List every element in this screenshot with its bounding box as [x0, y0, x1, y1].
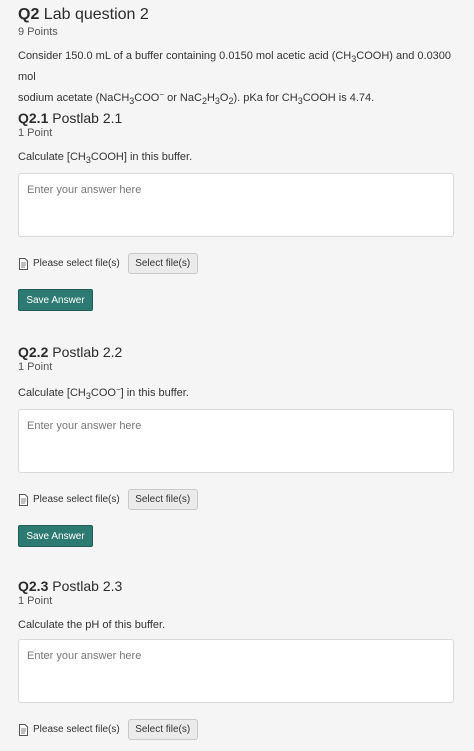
file-label: Please select file(s) [33, 257, 120, 269]
file-icon [18, 723, 29, 736]
part-title: Postlab 2.1 [52, 110, 123, 126]
part-prompt: Calculate the pH of this buffer. [18, 619, 458, 631]
save-answer-button[interactable]: Save Answer [18, 525, 93, 547]
part-prompt: Calculate [CH3COOH] in this buffer. [18, 151, 458, 165]
part-heading: Q2.3 Postlab 2.3 [18, 578, 458, 594]
question-number: Q2 [18, 6, 40, 23]
part-q2-1: Q2.1 Postlab 2.1 1 Point Calculate [CH3C… [18, 110, 458, 311]
question-intro: Consider 150.0 mL of a buffer containing… [18, 47, 458, 110]
intro-text: Consider 150.0 mL of a buffer containing… [18, 50, 352, 62]
part-q2-3: Q2.3 Postlab 2.3 1 Point Calculate the p… [18, 578, 458, 740]
prompt-text: Calculate [CH [18, 387, 86, 399]
answer-input[interactable] [18, 639, 454, 703]
answer-input[interactable] [18, 409, 454, 473]
intro-text: sodium acetate (NaCH [18, 92, 130, 104]
prompt-text: Calculate the pH of this buffer. [18, 619, 166, 631]
part-number: Q2.3 [18, 578, 49, 594]
intro-text: or NaC [164, 92, 202, 104]
intro-line-2: sodium acetate (NaCH3COO− or NaC2H3O2). … [18, 86, 458, 110]
intro-text: COO [134, 92, 160, 104]
save-answer-button[interactable]: Save Answer [18, 289, 93, 311]
file-icon [18, 257, 29, 270]
part-number: Q2.1 [18, 110, 49, 126]
prompt-text: COOH] in this buffer. [90, 151, 193, 163]
part-title: Postlab 2.2 [52, 344, 123, 360]
select-files-button[interactable]: Select file(s) [127, 718, 198, 740]
intro-line-1: Consider 150.0 mL of a buffer containing… [18, 47, 458, 86]
question-heading: Q2 Lab question 2 [18, 6, 458, 24]
answer-input[interactable] [18, 173, 454, 237]
file-label: Please select file(s) [33, 493, 120, 505]
part-number: Q2.2 [18, 344, 49, 360]
part-prompt: Calculate [CH3COO−] in this buffer. [18, 385, 458, 401]
part-points: 1 Point [18, 361, 53, 373]
question-header: Q2 Lab question 2 9 Points [18, 6, 458, 38]
intro-text: H [206, 92, 215, 104]
file-upload-row: Please select file(s) Select file(s) [18, 252, 458, 274]
question-title: Lab question 2 [43, 6, 149, 23]
question-page: Q2 Lab question 2 9 Points Consider 150.… [0, 0, 474, 751]
part-points: 1 Point [18, 595, 53, 607]
file-upload-row: Please select file(s) Select file(s) [18, 718, 458, 740]
select-files-button[interactable]: Select file(s) [127, 488, 198, 510]
select-files-button[interactable]: Select file(s) [127, 252, 198, 274]
intro-text: COOH is 4.74. [302, 92, 375, 104]
part-heading: Q2.2 Postlab 2.2 [18, 344, 458, 360]
prompt-text: ] in this buffer. [120, 387, 189, 399]
part-title: Postlab 2.3 [52, 578, 123, 594]
prompt-text: COO [90, 387, 116, 399]
file-icon [18, 493, 29, 506]
file-label: Please select file(s) [33, 723, 120, 735]
question-points: 9 Points [18, 26, 58, 38]
prompt-text: Calculate [CH [18, 151, 86, 163]
part-q2-2: Q2.2 Postlab 2.2 1 Point Calculate [CH3C… [18, 344, 458, 547]
part-heading: Q2.1 Postlab 2.1 [18, 110, 458, 126]
intro-text: ). pKa for CH [233, 92, 298, 104]
file-upload-row: Please select file(s) Select file(s) [18, 488, 458, 510]
part-points: 1 Point [18, 127, 53, 139]
